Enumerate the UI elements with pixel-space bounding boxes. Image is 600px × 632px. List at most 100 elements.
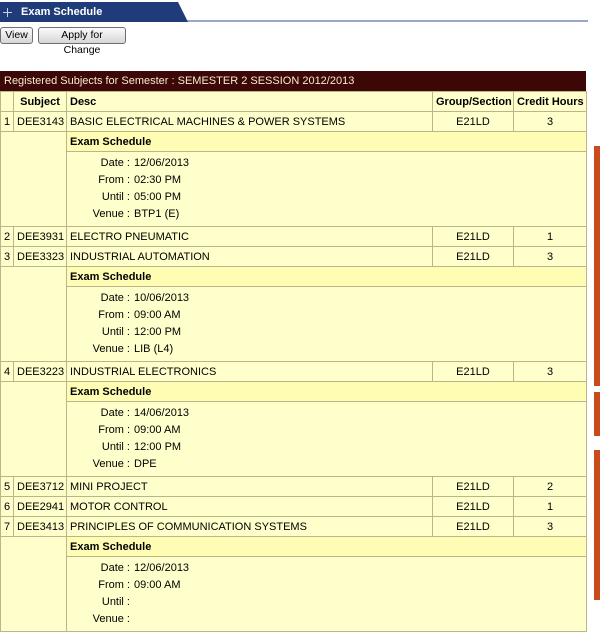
credit-hours: 3 [513,516,587,537]
group-section: E21LD [432,246,514,267]
subject-code: DEE3143 [13,111,67,132]
page-title: Exam Schedule [21,6,103,18]
exam-venue-value: DPE [134,458,157,470]
exam-until-label: Until : [101,326,130,338]
table-row: 3 DEE3323 INDUSTRIAL AUTOMATION E21LD 3 [0,246,587,267]
subject-desc: INDUSTRIAL AUTOMATION [66,246,433,267]
exam-from-label: From : [98,424,130,436]
table-header-row: Subject Desc Group/Section Credit Hours [0,91,587,112]
group-section: E21LD [432,361,514,382]
exam-until-label: Until : [101,191,130,203]
exam-from-row: From : 09:00 AM [68,577,586,594]
exam-until-row: Until : 12:00 PM [68,324,586,341]
col-header-desc: Desc [66,91,433,112]
exam-until-label: Until : [101,441,130,453]
exam-date-label: Date : [100,407,130,419]
side-accent-bar [594,146,600,386]
exam-from-value: 09:00 AM [134,309,181,321]
subject-code: DEE3931 [13,226,67,247]
subjects-table: Subject Desc Group/Section Credit Hours … [0,91,587,632]
exam-venue-row: Venue : LIB (L4) [68,341,586,358]
exam-schedule-heading: Exam Schedule [67,267,586,287]
exam-from-label: From : [98,309,130,321]
exam-from-row: From : 09:00 AM [68,422,586,439]
table-row: 5 DEE3712 MINI PROJECT E21LD 2 [0,476,587,497]
table-row: 7 DEE3413 PRINCIPLES OF COMMUNICATION SYST… [0,516,587,537]
exam-date-value: 12/06/2013 [134,562,190,574]
exam-schedule-row: Exam Schedule Date : 12/06/2013 From : 09:00… [0,536,587,632]
exam-schedule-cell: Exam Schedule Date : 14/06/2013 From : 09:00… [66,381,587,477]
side-accent-bar [594,450,600,600]
group-section: E21LD [432,111,514,132]
exam-schedule-row: Exam Schedule Date : 10/06/2013 From : 09:00… [0,266,587,362]
exam-schedule-spacer [0,266,67,362]
row-number: 6 [0,496,14,517]
crosshair-icon [3,8,12,17]
exam-schedule-cell: Exam Schedule Date : 12/06/2013 From : 09:00… [66,536,587,632]
exam-venue-value: LIB (L4) [134,343,174,355]
exam-schedule-spacer [0,536,67,632]
exam-schedule-heading: Exam Schedule [67,537,586,557]
exam-schedule-details: Date : 10/06/2013 From : 09:00 AM Until : 12:… [67,287,586,361]
credit-hours: 2 [513,476,587,497]
side-accent-bar [594,392,600,436]
exam-date-value: 12/06/2013 [134,157,190,169]
exam-from-row: From : 02:30 PM [68,172,586,189]
group-section: E21LD [432,496,514,517]
credit-hours: 3 [513,246,587,267]
exam-schedule-spacer [0,131,67,227]
view-button[interactable]: View [0,27,33,44]
exam-from-value: 09:00 AM [134,579,181,591]
exam-date-value: 10/06/2013 [134,292,190,304]
row-number: 2 [0,226,14,247]
subject-desc: MOTOR CONTROL [66,496,433,517]
apply-for-change-button[interactable]: Apply for Change [38,27,126,56]
exam-schedule-details: Date : 12/06/2013 From : 02:30 PM Until : 05:… [67,152,586,226]
subject-desc: BASIC ELECTRICAL MACHINES & POWER SYSTEM… [66,111,433,132]
subject-desc: ELECTRO PNEUMATIC [66,226,433,247]
credit-hours: 3 [513,111,587,132]
exam-schedule-row: Exam Schedule Date : 12/06/2013 From : 02:30… [0,131,587,227]
exam-until-value: 12:00 PM [134,326,182,338]
exam-date-label: Date : [100,157,130,169]
exam-date-row: Date : 10/06/2013 [68,290,586,307]
exam-date-row: Date : 12/06/2013 [68,560,586,577]
exam-until-row: Until : 12:00 PM [68,439,586,456]
credit-hours: 1 [513,496,587,517]
table-row: 2 DEE3931 ELECTRO PNEUMATIC E21LD 1 [0,226,587,247]
group-section: E21LD [432,476,514,497]
exam-from-row: From : 09:00 AM [68,307,586,324]
exam-until-value: 05:00 PM [134,191,182,203]
credit-hours: 3 [513,361,587,382]
row-number: 3 [0,246,14,267]
exam-date-label: Date : [100,292,130,304]
exam-venue-value: BTP1 (E) [134,208,180,220]
group-section: E21LD [432,226,514,247]
exam-venue-row: Venue : [68,611,586,628]
subject-code: DEE3223 [13,361,67,382]
col-header-subject: Subject [13,91,67,112]
subject-desc: INDUSTRIAL ELECTRONICS [66,361,433,382]
exam-schedule-details: Date : 14/06/2013 From : 09:00 AM Until : 12:… [67,402,586,476]
exam-schedule-heading: Exam Schedule [67,382,586,402]
exam-schedule-spacer [0,381,67,477]
exam-from-label: From : [98,579,130,591]
table-row: 4 DEE3223 INDUSTRIAL ELECTRONICS E21LD 3 [0,361,587,382]
exam-schedule-row: Exam Schedule Date : 14/06/2013 From : 09:00… [0,381,587,477]
exam-from-value: 02:30 PM [134,174,182,186]
table-row: 1 DEE3143 BASIC ELECTRICAL MACHINES & POWE… [0,111,587,132]
credit-hours: 1 [513,226,587,247]
exam-from-label: From : [98,174,130,186]
exam-venue-label: Venue : [92,613,130,625]
exam-date-value: 14/06/2013 [134,407,190,419]
row-number: 7 [0,516,14,537]
registered-subjects-banner: Registered Subjects for Semester : SEMES… [0,71,586,91]
group-section: E21LD [432,516,514,537]
exam-venue-label: Venue : [92,458,130,470]
subject-desc: MINI PROJECT [66,476,433,497]
exam-venue-row: Venue : BTP1 (E) [68,206,586,223]
exam-venue-label: Venue : [92,343,130,355]
table-row: 6 DEE2941 MOTOR CONTROL E21LD 1 [0,496,587,517]
row-number: 5 [0,476,14,497]
exam-date-label: Date : [100,562,130,574]
